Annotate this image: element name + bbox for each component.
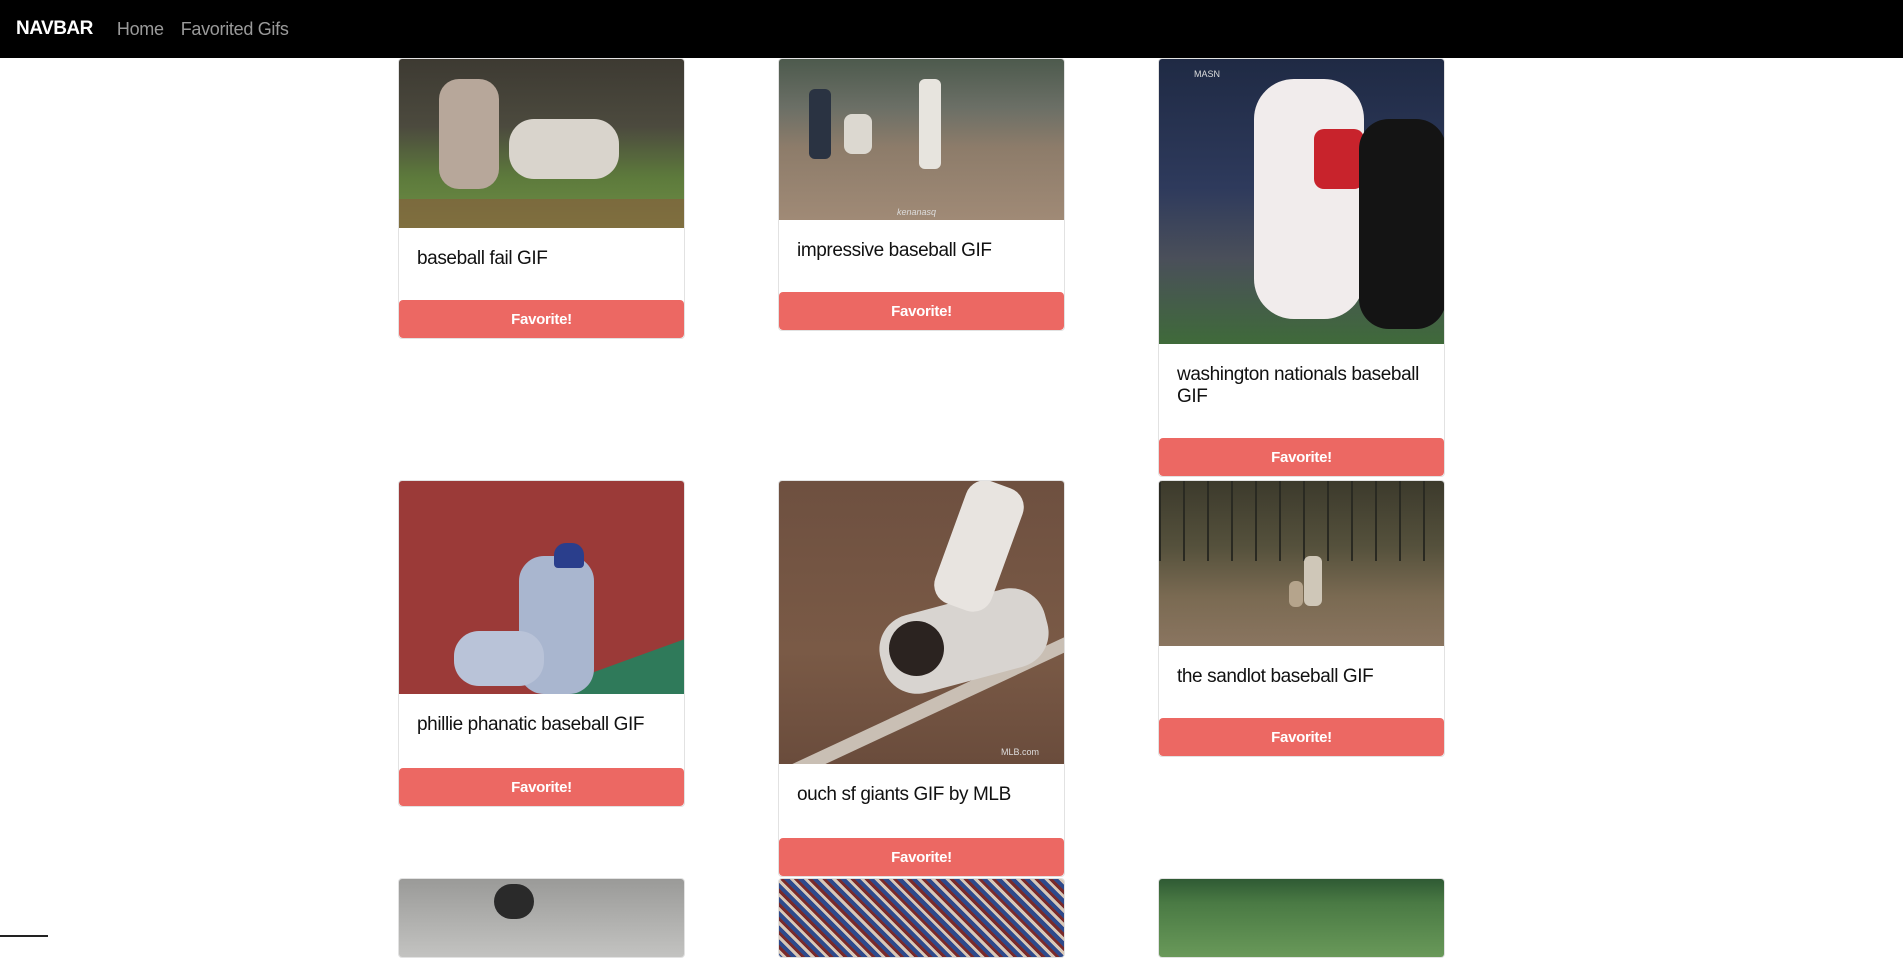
gif-card: MASN washington nationals baseball GIF F… bbox=[1158, 58, 1445, 477]
gif-image: MASN bbox=[1159, 59, 1444, 344]
favorite-button[interactable]: Favorite! bbox=[1159, 438, 1444, 476]
favorite-button[interactable]: Favorite! bbox=[779, 292, 1064, 330]
gif-image bbox=[1159, 481, 1444, 646]
favorite-button[interactable]: Favorite! bbox=[399, 300, 684, 338]
gif-title: baseball fail GIF bbox=[417, 248, 548, 269]
gif-image bbox=[779, 879, 1064, 957]
gif-image: kenanasq bbox=[779, 59, 1064, 220]
favorite-button[interactable]: Favorite! bbox=[1159, 718, 1444, 756]
gif-image bbox=[399, 59, 684, 228]
gif-grid: baseball fail GIF Favorite! kenanasq imp… bbox=[0, 58, 1903, 958]
favorite-button[interactable]: Favorite! bbox=[399, 768, 684, 806]
gif-card: phillie phanatic baseball GIF Favorite! bbox=[398, 480, 685, 807]
gif-image bbox=[399, 879, 684, 957]
favorite-button[interactable]: Favorite! bbox=[779, 838, 1064, 876]
gif-title: the sandlot baseball GIF bbox=[1177, 666, 1374, 687]
gif-card: kenanasq impressive baseball GIF Favorit… bbox=[778, 58, 1065, 331]
navbar: NAVBAR Home Favorited Gifs bbox=[0, 0, 1903, 58]
gif-title: ouch sf giants GIF by MLB bbox=[797, 784, 1011, 805]
nav-link-favorited-gifs[interactable]: Favorited Gifs bbox=[181, 19, 289, 40]
gif-card: baseball fail GIF Favorite! bbox=[398, 58, 685, 339]
gif-card: the sandlot baseball GIF Favorite! bbox=[1158, 480, 1445, 757]
gif-image: MLB.com bbox=[779, 481, 1064, 764]
gif-title: phillie phanatic baseball GIF bbox=[417, 714, 645, 735]
gif-card bbox=[778, 878, 1065, 958]
gif-watermark: kenanasq bbox=[897, 207, 937, 217]
gif-image bbox=[1159, 879, 1444, 957]
gif-card bbox=[398, 878, 685, 958]
gif-title: impressive baseball GIF bbox=[797, 240, 992, 261]
gif-watermark: MASN bbox=[1194, 69, 1221, 79]
gif-title: washington nationals baseball GIF bbox=[1177, 364, 1419, 407]
gif-image bbox=[399, 481, 684, 694]
gif-card: MLB.com ouch sf giants GIF by MLB Favori… bbox=[778, 480, 1065, 877]
navbar-brand[interactable]: NAVBAR bbox=[16, 18, 93, 40]
gif-card bbox=[1158, 878, 1445, 958]
gif-watermark: MLB.com bbox=[1001, 747, 1040, 757]
nav-link-home[interactable]: Home bbox=[117, 19, 164, 40]
